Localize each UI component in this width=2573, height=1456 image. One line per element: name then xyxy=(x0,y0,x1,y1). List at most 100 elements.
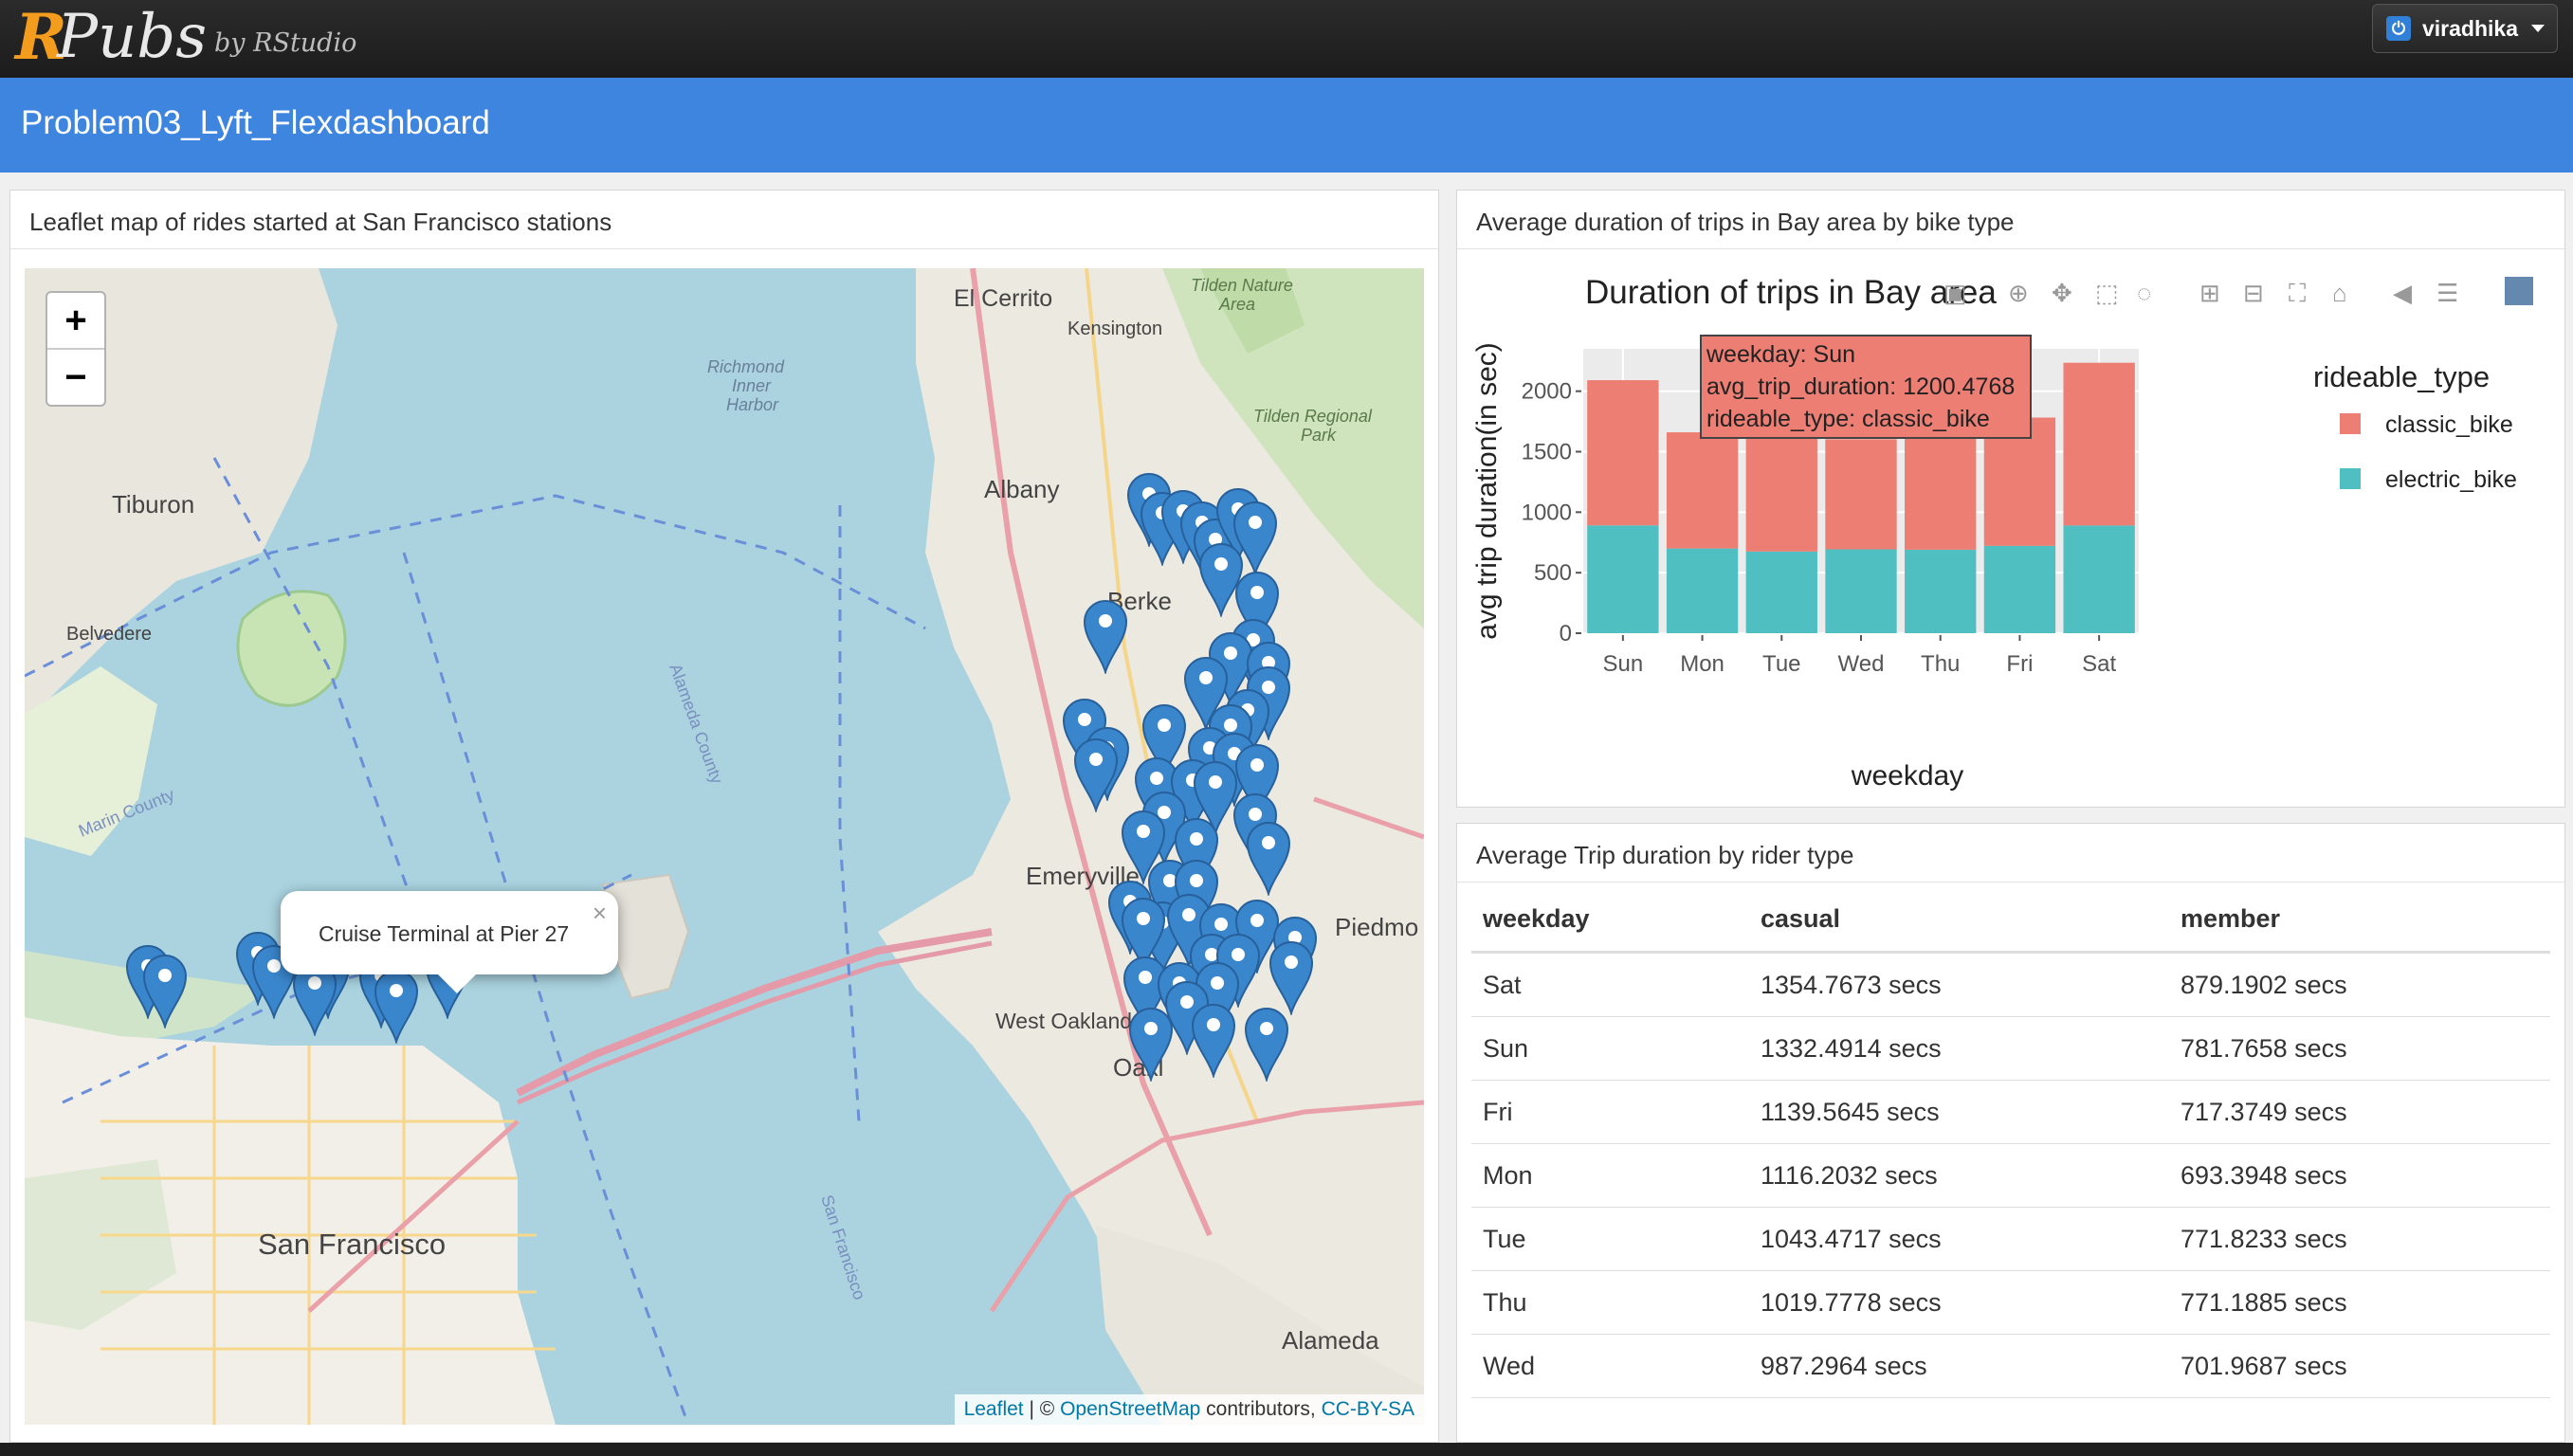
cell-member: 693.3948 secs xyxy=(2169,1143,2550,1208)
legend-title: rideable_type xyxy=(2313,360,2490,393)
y-axis: 0 500 1000 1500 2000 xyxy=(1522,379,1581,646)
bar-classic_bike-Mon[interactable] xyxy=(1666,432,1739,549)
y-tick-label: 2000 xyxy=(1522,379,1572,405)
leaflet-map[interactable]: El Cerrito Kensington Tilden Nature Area… xyxy=(25,268,1424,1425)
close-icon[interactable]: × xyxy=(593,899,607,928)
hover-closest-icon[interactable]: ◀ xyxy=(2393,279,2412,307)
map-marker-icon[interactable] xyxy=(1245,818,1292,896)
table-row: Sat 1354.7673 secs 879.1902 secs xyxy=(1471,952,2550,1017)
page-title: Problem03_Lyft_Flexdashboard xyxy=(21,104,490,141)
bar-electric_bike-Thu[interactable] xyxy=(1905,549,1977,633)
zoom-control: + − xyxy=(46,291,106,407)
hover-compare-icon[interactable]: ☰ xyxy=(2436,279,2458,307)
legend-label-electric_bike[interactable]: electric_bike xyxy=(2385,466,2517,493)
y-tick-label: 1500 xyxy=(1522,440,1572,465)
top-navbar: R Pubs by RStudio ⏻ viradhika xyxy=(0,0,2573,78)
col-weekday[interactable]: weekday xyxy=(1471,886,1749,954)
legend-label-classic_bike[interactable]: classic_bike xyxy=(2385,411,2513,438)
bar-classic_bike-Sun[interactable] xyxy=(1587,380,1659,526)
marker-popup: Cruise Terminal at Pier 27 × xyxy=(281,891,618,993)
table-row: Sun 1332.4914 secs 781.7658 secs xyxy=(1471,1016,2550,1081)
y-tick-label: 0 xyxy=(1560,621,1572,646)
map-marker-icon[interactable] xyxy=(1072,735,1120,812)
col-casual[interactable]: casual xyxy=(1749,886,2169,954)
x-tick-label: Sat xyxy=(2082,651,2116,677)
map-marker-icon[interactable] xyxy=(1243,1004,1290,1082)
cell-member: 771.1885 secs xyxy=(2169,1270,2550,1335)
dashboard-title-bar: Problem03_Lyft_Flexdashboard xyxy=(0,78,2573,173)
chart-panel-title: Average duration of trips in Bay area by… xyxy=(1457,191,2564,249)
zoom-in-icon[interactable]: ⊞ xyxy=(2199,279,2220,307)
license-link[interactable]: CC-BY-SA xyxy=(1322,1398,1414,1420)
cell-weekday: Sun xyxy=(1471,1016,1749,1081)
zoom-icon[interactable]: ⊕ xyxy=(2008,279,2029,307)
svg-text:Tiburon: Tiburon xyxy=(112,490,194,519)
map-marker-icon[interactable] xyxy=(1190,1000,1237,1078)
chart-title: Duration of trips in Bay area xyxy=(1585,274,1997,311)
svg-text:El Cerrito: El Cerrito xyxy=(954,285,1052,312)
plotly-logo-icon[interactable] xyxy=(2505,277,2533,305)
x-tick-label: Mon xyxy=(1680,651,1724,677)
svg-text:Richmond: Richmond xyxy=(707,357,785,376)
bar-electric_bike-Mon[interactable] xyxy=(1666,548,1739,633)
x-tick-label: Tue xyxy=(1762,651,1800,677)
svg-text:San Francisco: San Francisco xyxy=(817,1192,869,1302)
cell-casual: 1139.5645 secs xyxy=(1749,1080,2169,1144)
user-name: viradhika xyxy=(2422,15,2518,41)
cell-weekday: Wed xyxy=(1471,1334,1749,1398)
user-menu-button[interactable]: ⏻ viradhika xyxy=(2372,4,2558,53)
popup-text: Cruise Terminal at Pier 27 xyxy=(319,921,570,946)
svg-text:Area: Area xyxy=(1218,295,1255,314)
map-marker-icon[interactable] xyxy=(1082,596,1129,674)
bar-classic_bike-Tue[interactable] xyxy=(1745,424,1817,552)
box-select-icon[interactable]: ⬚ xyxy=(2095,279,2119,307)
cell-weekday: Fri xyxy=(1471,1080,1749,1144)
bar-classic_bike-Sat[interactable] xyxy=(2063,362,2135,526)
brand-logo-pubs[interactable]: Pubs xyxy=(57,0,207,74)
hover-tooltip: weekday: Sun avg_trip_duration: 1200.476… xyxy=(1700,335,2032,439)
map-marker-icon[interactable] xyxy=(1127,1004,1175,1082)
stacked-bar-chart[interactable]: Duration of trips in Bay area ▣ ⊕ ✥ ⬚ ◌ … xyxy=(1458,269,2564,800)
bar-electric_bike-Wed[interactable] xyxy=(1825,549,1897,633)
zoom-out-icon[interactable]: ⊟ xyxy=(2243,279,2264,307)
cell-member: 771.8233 secs xyxy=(2169,1207,2550,1271)
svg-text:Belvedere: Belvedere xyxy=(66,624,152,645)
osm-link[interactable]: OpenStreetMap xyxy=(1060,1398,1200,1420)
autoscale-icon[interactable]: ⛶ xyxy=(2289,279,2306,307)
bar-electric_bike-Fri[interactable] xyxy=(1983,545,2056,633)
x-tick-label: Fri xyxy=(2006,651,2033,677)
bar-classic_bike-Wed[interactable] xyxy=(1825,439,1897,550)
x-tick-label: Thu xyxy=(1921,651,1960,677)
bar-electric_bike-Sat[interactable] xyxy=(2063,525,2135,633)
home-icon[interactable]: ⌂ xyxy=(2332,279,2347,307)
bar-electric_bike-Sun[interactable] xyxy=(1587,525,1659,633)
brand-byline: by RStudio xyxy=(214,28,357,58)
leaflet-link[interactable]: Leaflet xyxy=(964,1398,1024,1420)
cell-member: 781.7658 secs xyxy=(2169,1016,2550,1081)
rider-type-table: weekday casual member Sat 1354.7673 secs 8… xyxy=(1471,886,2550,1398)
cell-casual: 987.2964 secs xyxy=(1749,1334,2169,1398)
table-row: Tue 1043.4717 secs 771.8233 secs xyxy=(1471,1207,2550,1271)
svg-text:Alameda: Alameda xyxy=(1282,1326,1379,1355)
camera-icon[interactable]: ▣ xyxy=(1943,279,1967,307)
legend-swatch-classic_bike[interactable] xyxy=(2340,413,2361,434)
cell-weekday: Sat xyxy=(1471,952,1749,1017)
table-row: Mon 1116.2032 secs 693.3948 secs xyxy=(1471,1143,2550,1208)
bottom-bar xyxy=(0,1443,2573,1456)
zoom-in-button[interactable]: + xyxy=(47,293,104,350)
cell-member: 879.1902 secs xyxy=(2169,952,2550,1017)
col-member[interactable]: member xyxy=(2169,886,2550,954)
x-axis-title: weekday xyxy=(1851,760,1963,792)
zoom-out-button[interactable]: − xyxy=(47,350,104,405)
map-marker-icon[interactable] xyxy=(373,966,420,1044)
map-marker-icon[interactable] xyxy=(141,951,189,1028)
attribution-contrib: contributors, xyxy=(1200,1398,1322,1420)
cell-weekday: Thu xyxy=(1471,1270,1749,1335)
pan-icon[interactable]: ✥ xyxy=(2052,279,2072,307)
bar-classic_bike-Thu[interactable] xyxy=(1905,424,1977,550)
lasso-icon[interactable]: ◌ xyxy=(2137,279,2151,307)
bar-electric_bike-Tue[interactable] xyxy=(1745,551,1817,633)
legend-swatch-electric_bike[interactable] xyxy=(2340,468,2361,489)
chevron-down-icon xyxy=(2531,25,2545,32)
attribution-sep: | © xyxy=(1023,1398,1061,1420)
